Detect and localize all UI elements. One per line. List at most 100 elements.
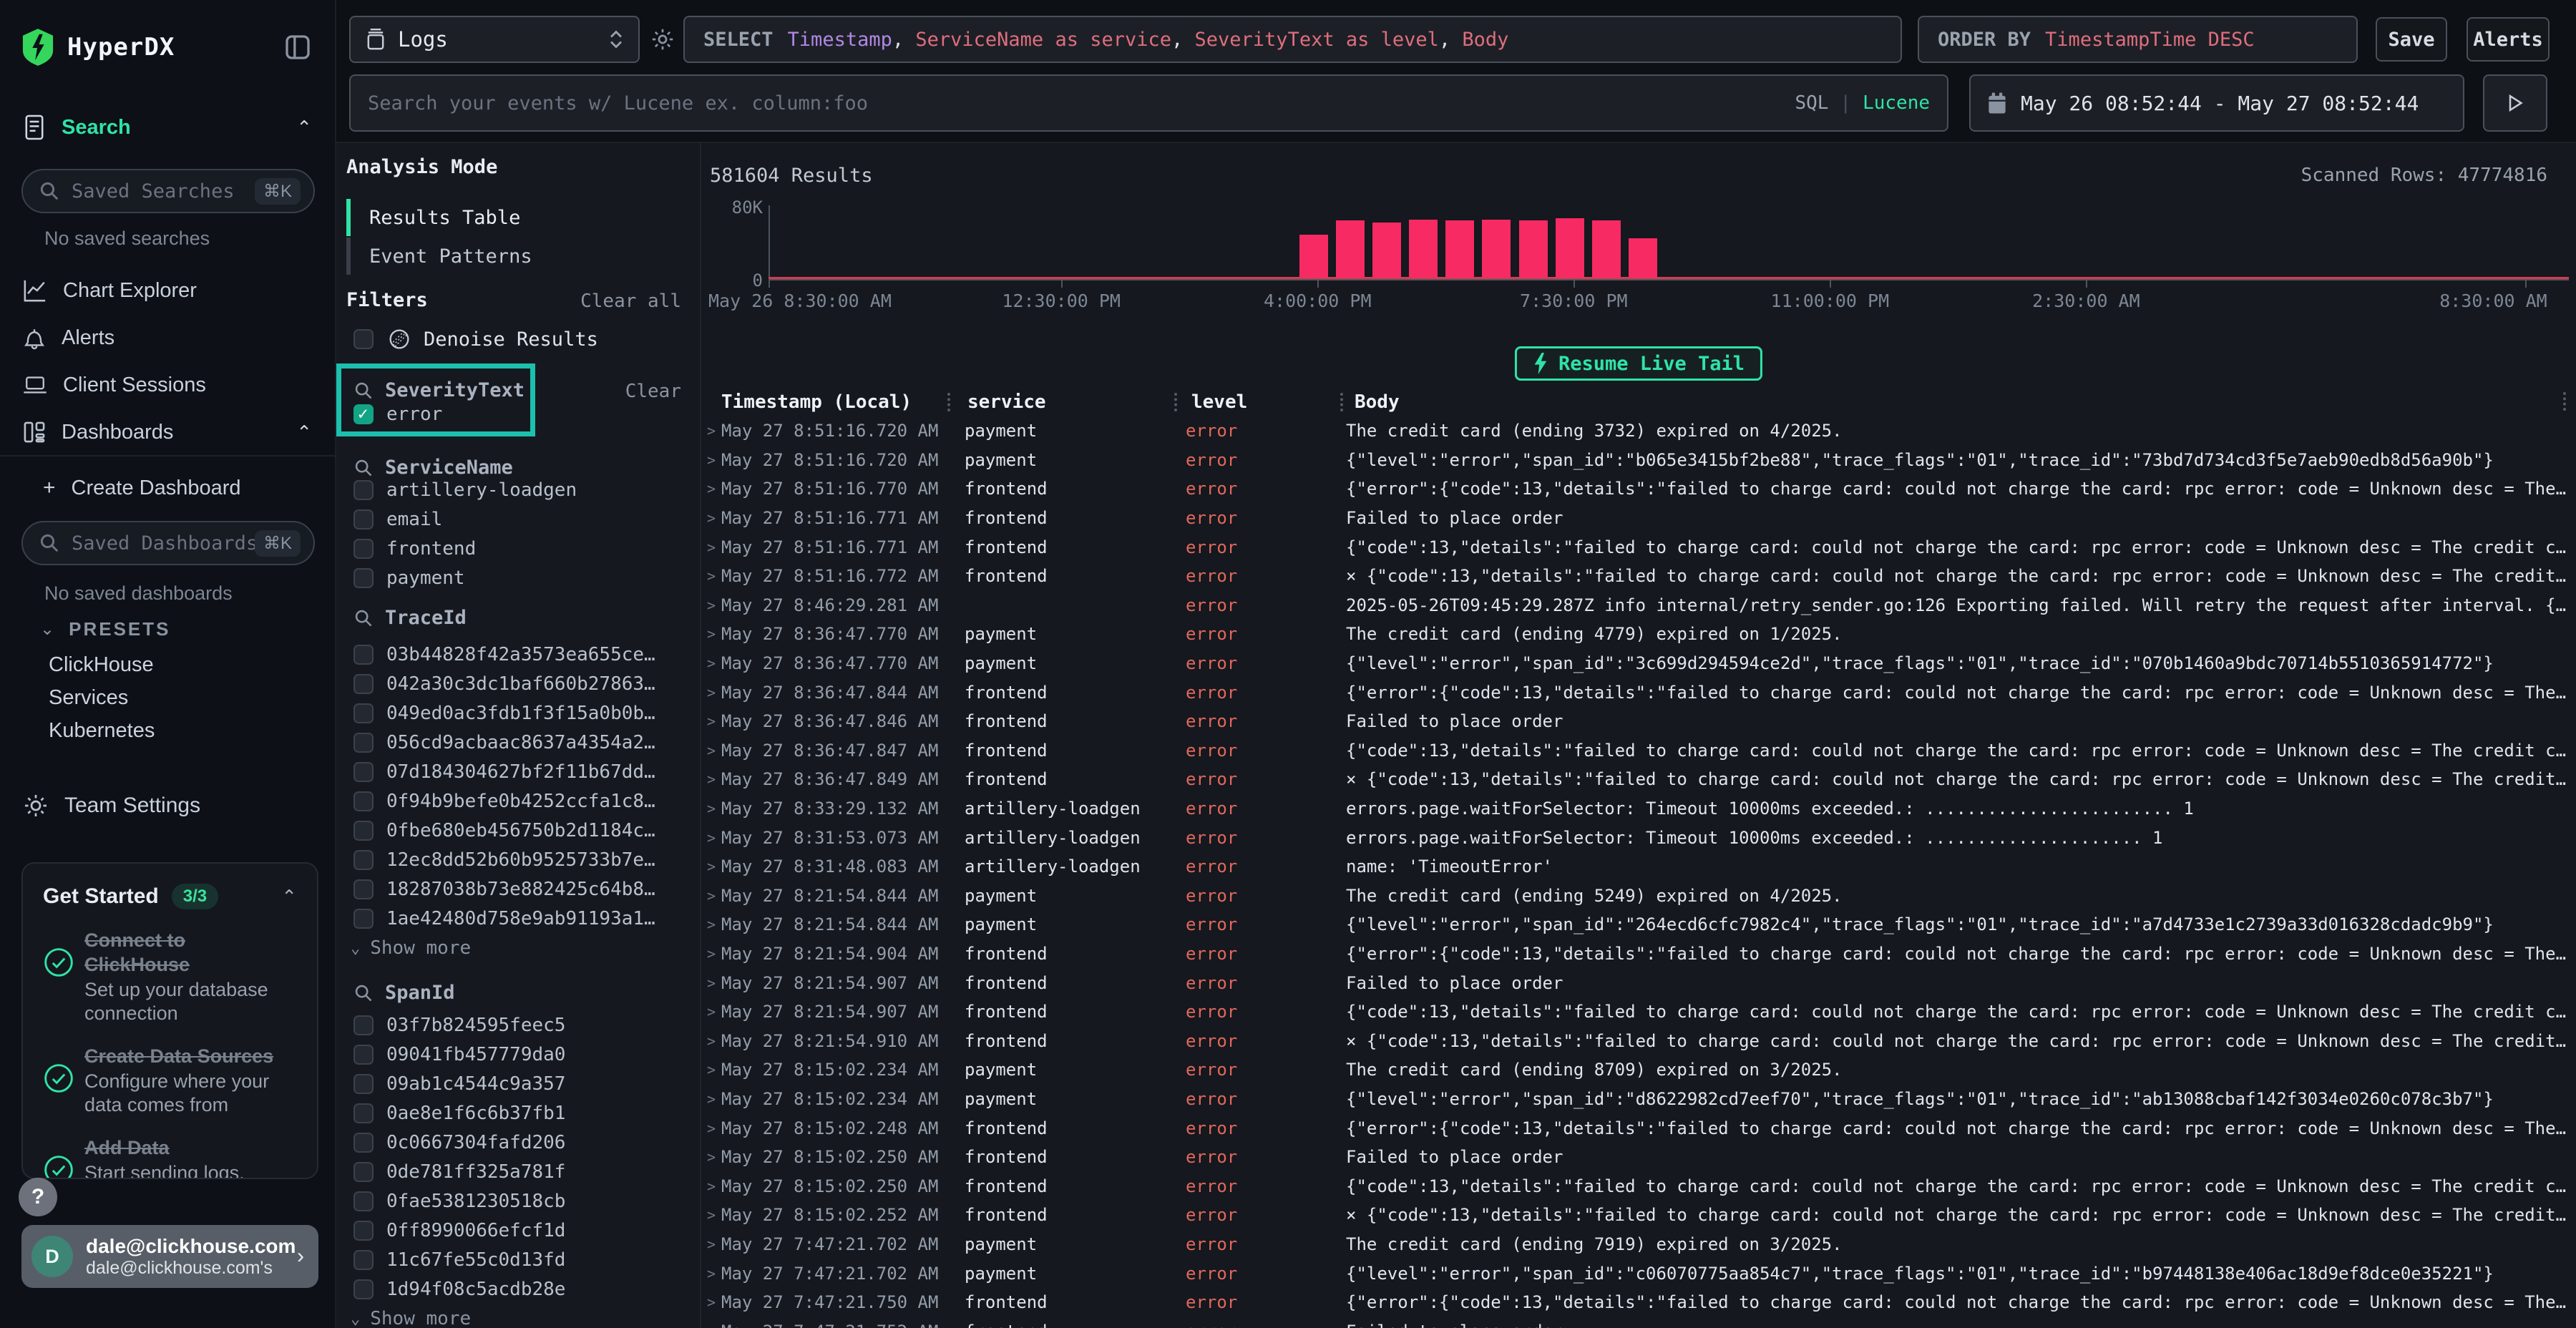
column-header-level[interactable]: level xyxy=(1177,391,1340,413)
log-row[interactable]: >May 27 8:15:02.252 AMfrontenderror× {"c… xyxy=(701,1201,2576,1230)
log-row[interactable]: >May 27 8:36:47.847 AMfrontenderror{"cod… xyxy=(701,736,2576,766)
log-row[interactable]: >May 27 8:51:16.771 AMfrontenderrorFaile… xyxy=(701,504,2576,533)
span-checkbox[interactable] xyxy=(353,1191,374,1211)
span-show-more[interactable]: ⌄ Show more xyxy=(351,1308,471,1328)
trace-facet-option[interactable]: 07d184304627bf2f11b67dd… xyxy=(353,757,693,786)
trace-checkbox[interactable] xyxy=(353,821,374,841)
expand-row-icon[interactable]: > xyxy=(701,1294,721,1311)
span-checkbox[interactable] xyxy=(353,1015,374,1035)
get-started-step[interactable]: Add DataStart sending logs, metrics, or … xyxy=(43,1136,297,1179)
trace-facet-option[interactable]: 03b44828f42a3573ea655ce… xyxy=(353,640,693,669)
trace-checkbox[interactable] xyxy=(353,909,374,929)
trace-facet-option[interactable]: 1ae42480d758e9ab91193a1… xyxy=(353,904,693,933)
expand-row-icon[interactable]: > xyxy=(701,1061,721,1078)
histogram-bar[interactable] xyxy=(1519,220,1548,278)
span-facet-option[interactable]: 0ae8e1f6c6b37fb1 xyxy=(353,1098,693,1128)
span-checkbox[interactable] xyxy=(353,1103,374,1123)
histogram-bar[interactable] xyxy=(1336,220,1365,278)
log-row[interactable]: >May 27 8:31:53.073 AMartillery-loadgene… xyxy=(701,823,2576,852)
resume-live-tail-button[interactable]: Resume Live Tail xyxy=(1515,346,1762,381)
trace-checkbox[interactable] xyxy=(353,762,374,782)
log-row[interactable]: >May 27 8:51:16.770 AMfrontenderror{"err… xyxy=(701,474,2576,504)
expand-row-icon[interactable]: > xyxy=(701,539,721,556)
sidebar-item-preset-services[interactable]: Services xyxy=(0,681,336,714)
span-facet-option[interactable]: 0ff8990066efcf1d xyxy=(353,1216,693,1245)
log-row[interactable]: >May 27 8:36:47.844 AMfrontenderror{"err… xyxy=(701,678,2576,707)
histogram-bar[interactable] xyxy=(1445,220,1474,278)
expand-row-icon[interactable]: > xyxy=(701,945,721,962)
expand-row-icon[interactable]: > xyxy=(701,1003,721,1020)
lucene-toggle[interactable]: Lucene xyxy=(1863,92,1930,114)
span-checkbox[interactable] xyxy=(353,1279,374,1299)
expand-row-icon[interactable]: > xyxy=(701,684,721,701)
span-facet-option[interactable]: 03f7b824595feec5 xyxy=(353,1010,693,1040)
column-header-body[interactable]: Body xyxy=(1343,391,2576,413)
expand-row-icon[interactable]: > xyxy=(701,1206,721,1224)
trace-checkbox[interactable] xyxy=(353,733,374,753)
log-row[interactable]: >May 27 8:21:54.907 AMfrontenderror{"cod… xyxy=(701,997,2576,1027)
column-header-service[interactable]: service xyxy=(950,391,1174,413)
expand-row-icon[interactable]: > xyxy=(701,1120,721,1137)
saved-searches-search[interactable]: ⌘K xyxy=(21,169,315,213)
clear-all-link[interactable]: Clear all xyxy=(580,290,681,312)
expand-row-icon[interactable]: > xyxy=(701,1236,721,1253)
date-range-picker[interactable]: May 26 08:52:44 - May 27 08:52:44 xyxy=(1969,74,2464,132)
sidebar-item-alerts[interactable]: Alerts xyxy=(0,319,336,356)
column-options-icon[interactable] xyxy=(2563,392,2566,411)
trace-checkbox[interactable] xyxy=(353,674,374,694)
log-row[interactable]: >May 27 8:15:02.248 AMfrontenderror{"err… xyxy=(701,1113,2576,1143)
span-checkbox[interactable] xyxy=(353,1133,374,1153)
sidebar-item-dashboards[interactable]: Dashboards ⌃ xyxy=(0,414,336,451)
expand-row-icon[interactable]: > xyxy=(701,975,721,992)
expand-row-icon[interactable]: > xyxy=(701,480,721,497)
denoise-filter[interactable]: Denoise Results xyxy=(353,328,598,351)
service-checkbox[interactable] xyxy=(353,509,374,529)
service-facet-option[interactable]: email xyxy=(353,504,693,534)
log-row[interactable]: >May 27 8:36:47.846 AMfrontenderrorFaile… xyxy=(701,707,2576,736)
expand-row-icon[interactable]: > xyxy=(701,1178,721,1195)
service-checkbox[interactable] xyxy=(353,480,374,500)
trace-checkbox[interactable] xyxy=(353,703,374,723)
run-query-button[interactable] xyxy=(2483,74,2547,132)
log-row[interactable]: >May 27 8:21:54.844 AMpaymenterrorThe cr… xyxy=(701,882,2576,911)
log-row[interactable]: >May 27 8:15:02.234 AMpaymenterrorThe cr… xyxy=(701,1055,2576,1085)
saved-searches-input[interactable] xyxy=(72,180,255,202)
trace-facet-option[interactable]: 0f94b9befe0b4252ccfa1c8… xyxy=(353,786,693,816)
log-row[interactable]: >May 27 8:15:02.234 AMpaymenterror{"leve… xyxy=(701,1085,2576,1114)
span-checkbox[interactable] xyxy=(353,1162,374,1182)
log-row[interactable]: >May 27 8:15:02.250 AMfrontenderror{"cod… xyxy=(701,1171,2576,1201)
sidebar-item-client-sessions[interactable]: Client Sessions xyxy=(0,366,336,404)
service-checkbox[interactable] xyxy=(353,568,374,588)
trace-facet-option[interactable]: 049ed0ac3fdb1f3f15a0b0b… xyxy=(353,698,693,728)
denoise-checkbox[interactable] xyxy=(353,329,374,349)
source-select[interactable]: Logs xyxy=(349,16,640,63)
expand-row-icon[interactable]: > xyxy=(701,625,721,643)
log-row[interactable]: >May 27 8:21:54.907 AMfrontenderrorFaile… xyxy=(701,968,2576,997)
source-settings-button[interactable] xyxy=(643,16,683,63)
expand-row-icon[interactable]: > xyxy=(701,1032,721,1050)
span-facet-option[interactable]: 1d94f08c5acdb28e xyxy=(353,1274,693,1304)
presets-toggle[interactable]: ⌄ PRESETS xyxy=(40,618,170,640)
span-facet-option[interactable]: 0de781ff325a781f xyxy=(353,1157,693,1186)
histogram-bar[interactable] xyxy=(1629,238,1657,278)
logo[interactable]: HyperDX xyxy=(21,26,315,69)
saved-dashboards-search[interactable]: ⌘K xyxy=(21,521,315,565)
trace-checkbox[interactable] xyxy=(353,879,374,899)
expand-row-icon[interactable]: > xyxy=(701,1090,721,1108)
log-row[interactable]: >May 27 8:51:16.771 AMfrontenderror{"cod… xyxy=(701,532,2576,562)
alerts-button[interactable]: Alerts xyxy=(2467,17,2550,62)
span-facet-option[interactable]: 11c67fe55c0d13fd xyxy=(353,1245,693,1274)
expand-row-icon[interactable]: > xyxy=(701,800,721,817)
save-button[interactable]: Save xyxy=(2376,17,2447,62)
select-clause-input[interactable]: SELECT Timestamp, ServiceName as service… xyxy=(683,16,1902,63)
expand-row-icon[interactable]: > xyxy=(701,829,721,846)
severity-checkbox[interactable] xyxy=(353,404,374,424)
log-row[interactable]: >May 27 8:21:54.904 AMfrontenderror{"err… xyxy=(701,939,2576,969)
histogram-bar[interactable] xyxy=(1482,220,1511,278)
trace-show-more[interactable]: ⌄ Show more xyxy=(351,937,471,959)
histogram-bar[interactable] xyxy=(1592,220,1621,278)
expand-row-icon[interactable]: > xyxy=(701,655,721,672)
sidebar-item-team-settings[interactable]: Team Settings xyxy=(0,787,336,824)
expand-row-icon[interactable]: > xyxy=(701,451,721,469)
help-button[interactable]: ? xyxy=(19,1178,57,1216)
